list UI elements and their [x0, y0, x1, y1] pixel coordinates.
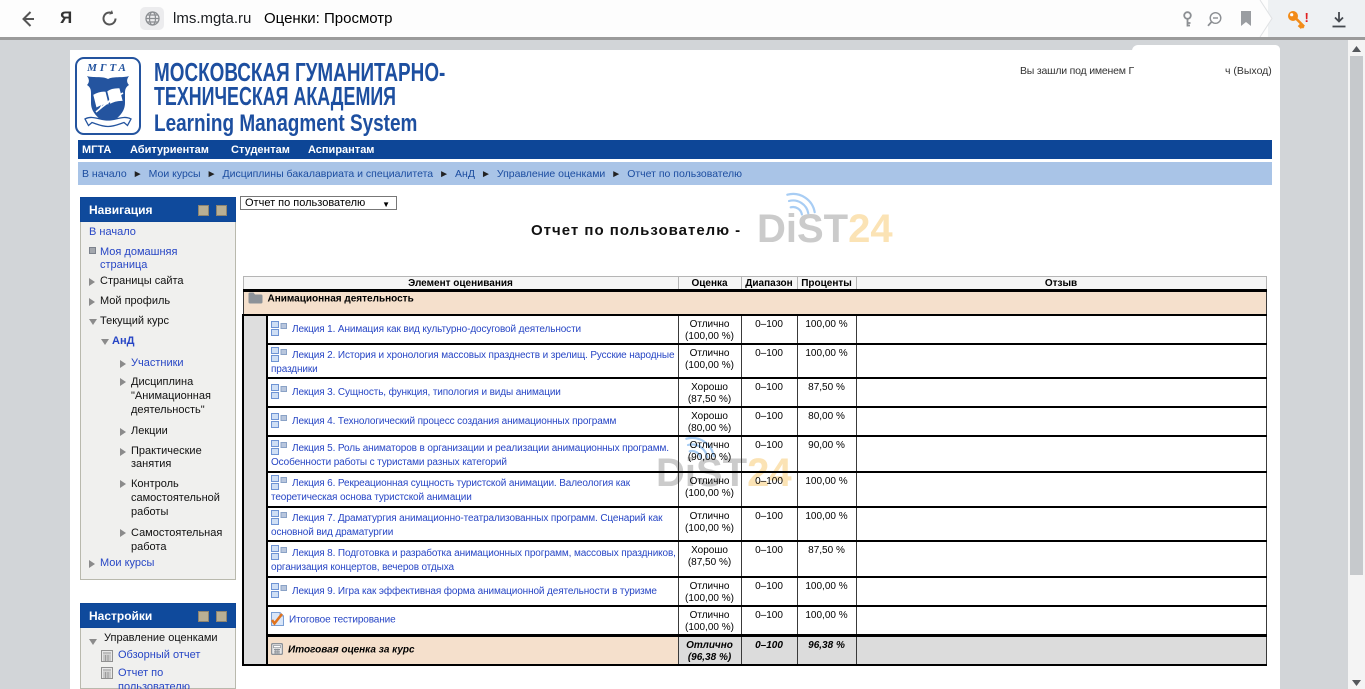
svg-text:!: !: [1305, 10, 1309, 25]
